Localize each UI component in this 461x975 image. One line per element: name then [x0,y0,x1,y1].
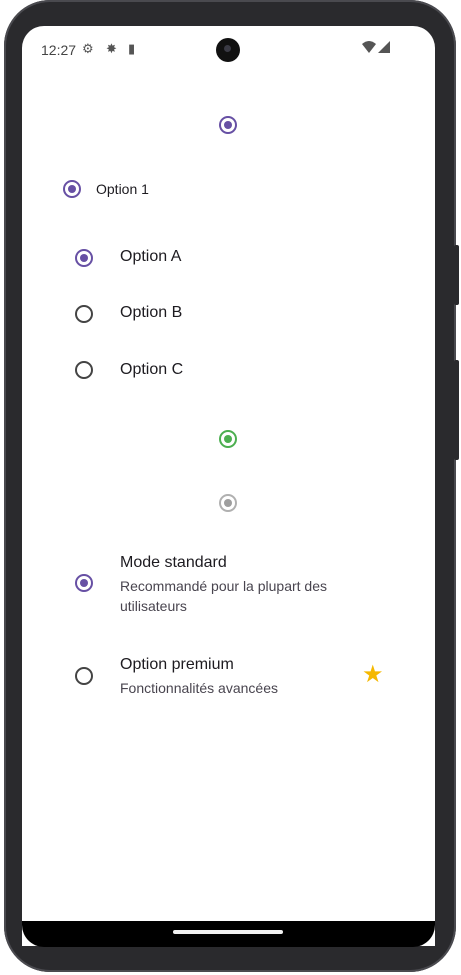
radio-option-1[interactable] [63,180,81,198]
signal-icon [378,41,390,57]
sd-card-icon: ▮ [128,41,136,56]
usb-debug-icon: ✸ [106,41,117,56]
option-premium-title: Option premium [120,656,234,673]
navigation-bar [22,921,435,947]
mode-standard-subtitle-1: Recommandé pour la plupart des [120,578,328,594]
mode-standard-title: Mode standard [120,554,227,571]
radio-mode-standard[interactable] [75,574,93,592]
power-button [454,360,459,460]
radio-option-premium[interactable] [75,667,93,685]
settings-gear-icon: ⚙ [82,41,94,56]
option-1-label: Option 1 [96,181,149,197]
screen: 12:27 ⚙ ✸ ▮ Option 1 Option A Option B O… [22,26,435,946]
radio-green[interactable] [219,430,237,448]
option-a-label: Option A [120,248,182,265]
radio-disabled [219,494,237,512]
status-time: 12:27 [41,42,77,58]
radio-option-a[interactable] [75,249,93,267]
radio-standalone[interactable] [219,116,237,134]
home-gesture-pill[interactable] [173,930,283,934]
front-camera [216,38,240,62]
mode-standard-subtitle-2: utilisateurs [120,598,187,614]
option-premium-subtitle: Fonctionnalités avancées [120,680,278,696]
radio-option-b[interactable] [75,305,93,323]
option-c-label: Option C [120,361,184,378]
volume-button [454,245,459,305]
wifi-icon [362,41,376,57]
radio-option-c[interactable] [75,361,93,379]
option-b-label: Option B [120,304,183,321]
star-icon: ★ [362,661,384,688]
